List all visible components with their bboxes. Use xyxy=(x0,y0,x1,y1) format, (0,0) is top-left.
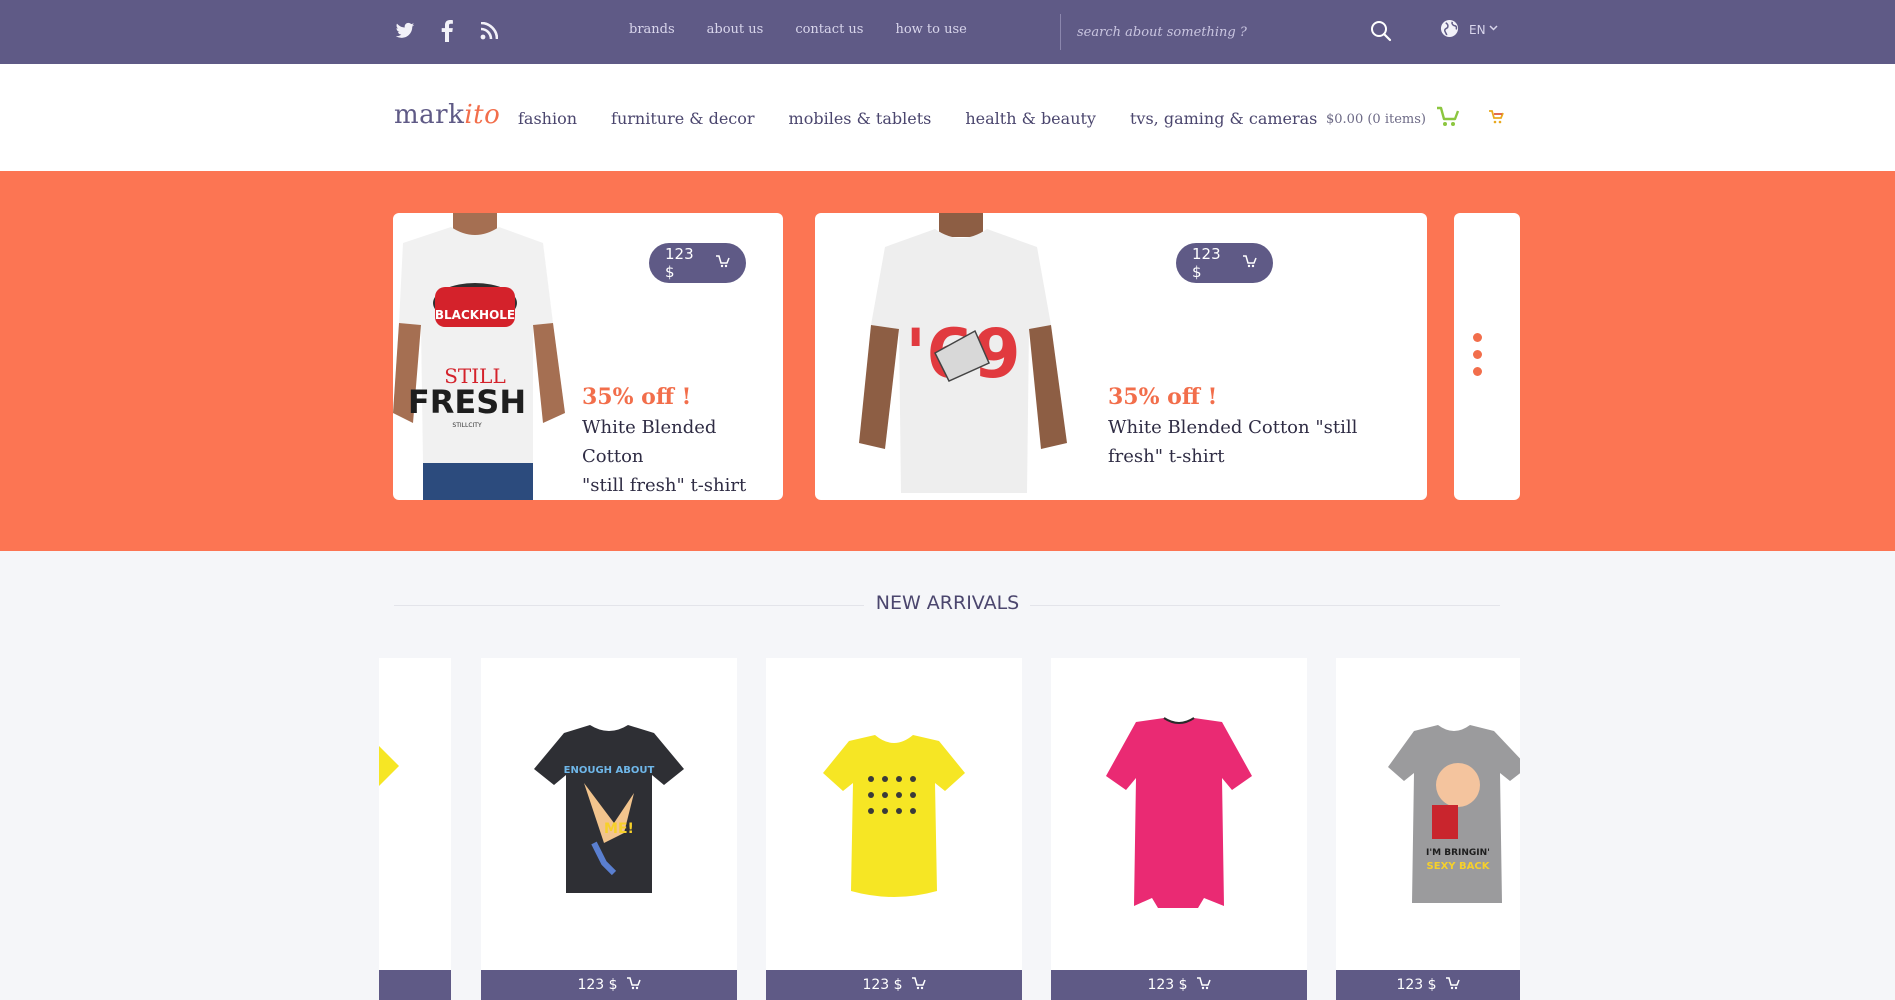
cart-summary[interactable]: $0.00 (0 items) xyxy=(1326,106,1460,132)
product-name-line2: "still fresh" t-shirt xyxy=(582,475,747,496)
top-nav-contact-us[interactable]: contact us xyxy=(795,22,863,37)
discount-label: 35% off ! xyxy=(582,384,692,410)
top-nav-how-to-use[interactable]: how to use xyxy=(895,22,966,37)
language-selector[interactable]: EN xyxy=(1440,19,1498,41)
cart-badge-icon[interactable] xyxy=(1488,109,1504,128)
product-name: White Blended Cotton "still fresh" t-shi… xyxy=(1108,413,1368,471)
rss-icon[interactable] xyxy=(478,20,500,42)
nav-mobiles-tablets[interactable]: mobiles & tablets xyxy=(789,109,932,128)
product-name: White Blended Cotton "still fresh" t-shi… xyxy=(582,413,777,500)
nav-fashion[interactable]: fashion xyxy=(518,109,577,128)
shirt-print-top: BLACKHOLE xyxy=(435,308,515,322)
price-value: 123 $ xyxy=(577,977,618,993)
product-price-bar[interactable]: 123 $ xyxy=(1051,970,1307,1000)
price-value: 123 $ xyxy=(665,245,694,281)
cart-icon xyxy=(1436,106,1460,132)
product-price-bar[interactable]: 123 $ xyxy=(766,970,1022,1000)
hero-slide-card[interactable] xyxy=(1454,213,1520,500)
add-to-cart-icon xyxy=(1242,254,1257,272)
product-image xyxy=(379,746,399,786)
twitter-icon[interactable] xyxy=(394,20,416,42)
cart-total: $0.00 (0 items) xyxy=(1326,111,1426,127)
search-icon[interactable] xyxy=(1370,20,1392,46)
search-input[interactable] xyxy=(1061,24,1351,40)
shirt-print-text: SEXY BACK xyxy=(1427,861,1491,872)
hero-slide-card[interactable]: BLACKHOLE STILL FRESH STILLCITY 123 $ 35… xyxy=(393,213,783,500)
main-nav: fashion furniture & decor mobiles & tabl… xyxy=(518,109,1317,128)
add-to-cart-icon xyxy=(1445,976,1460,994)
globe-icon xyxy=(1440,19,1459,41)
add-to-cart-icon xyxy=(626,976,641,994)
hero-carousel: BLACKHOLE STILL FRESH STILLCITY 123 $ 35… xyxy=(0,171,1895,551)
price-value: 123 $ xyxy=(1192,245,1221,281)
shirt-print-text: ENOUGH ABOUT xyxy=(564,765,655,776)
social-links xyxy=(394,20,500,42)
carousel-more-icon[interactable] xyxy=(1473,333,1482,376)
product-card[interactable]: 123 $ xyxy=(1051,658,1307,1000)
product-card[interactable] xyxy=(379,658,451,1000)
logo-main: mark xyxy=(394,100,465,130)
top-nav-brands[interactable]: brands xyxy=(629,22,675,37)
product-image xyxy=(1106,717,1252,908)
hero-slide-card[interactable]: '69 123 $ 35% off ! White Blended Cotton… xyxy=(815,213,1427,500)
product-name-line1: White Blended Cotton "still xyxy=(1108,417,1358,438)
top-bar: brands about us contact us how to use EN xyxy=(0,0,1895,64)
nav-furniture-decor[interactable]: furniture & decor xyxy=(611,109,755,128)
add-to-cart-icon xyxy=(715,254,730,272)
facebook-icon[interactable] xyxy=(436,20,458,42)
product-name-line2: fresh" t-shirt xyxy=(1108,446,1225,467)
shirt-print-sub: STILLCITY xyxy=(452,422,482,429)
price-value: 123 $ xyxy=(1396,977,1437,993)
nav-health-beauty[interactable]: health & beauty xyxy=(965,109,1096,128)
shirt-print-text: ME! xyxy=(604,821,634,837)
hero-product-image: BLACKHOLE STILL FRESH STILLCITY xyxy=(393,213,565,500)
top-nav: brands about us contact us how to use xyxy=(629,22,967,37)
price-tag[interactable]: 123 $ xyxy=(649,243,746,283)
product-card[interactable]: 123 $ xyxy=(766,658,1022,1000)
price-tag[interactable]: 123 $ xyxy=(1176,243,1273,283)
add-to-cart-icon xyxy=(1196,976,1211,994)
hero-product-image: '69 xyxy=(859,213,1067,493)
price-value: 123 $ xyxy=(862,977,903,993)
shirt-print-fresh: FRESH xyxy=(408,383,526,421)
product-price-bar xyxy=(379,970,451,1000)
shirt-print-text: I'M BRINGIN' xyxy=(1426,848,1490,858)
main-header: markito fashion furniture & decor mobile… xyxy=(0,64,1895,171)
price-value: 123 $ xyxy=(1147,977,1188,993)
logo[interactable]: markito xyxy=(394,100,500,130)
language-label: EN xyxy=(1469,23,1486,37)
product-image xyxy=(823,735,965,897)
product-card[interactable]: ENOUGH ABOUT ME! 123 $ xyxy=(481,658,737,1000)
search-box xyxy=(1060,14,1392,50)
product-price-bar[interactable]: 123 $ xyxy=(481,970,737,1000)
product-image: ENOUGH ABOUT ME! xyxy=(534,725,684,893)
add-to-cart-icon xyxy=(911,976,926,994)
section-title: NEW ARRIVALS xyxy=(875,592,1020,614)
discount-label: 35% off ! xyxy=(1108,384,1218,410)
product-image: I'M BRINGIN' SEXY BACK xyxy=(1388,725,1520,903)
chevron-down-icon xyxy=(1489,20,1498,34)
logo-accent: ito xyxy=(464,100,501,130)
top-nav-about-us[interactable]: about us xyxy=(707,22,764,37)
product-name-line1: White Blended Cotton xyxy=(582,417,717,467)
nav-tvs-gaming-cameras[interactable]: tvs, gaming & cameras xyxy=(1130,109,1317,128)
product-card[interactable]: I'M BRINGIN' SEXY BACK 123 $ xyxy=(1336,658,1520,1000)
product-price-bar[interactable]: 123 $ xyxy=(1336,970,1520,1000)
